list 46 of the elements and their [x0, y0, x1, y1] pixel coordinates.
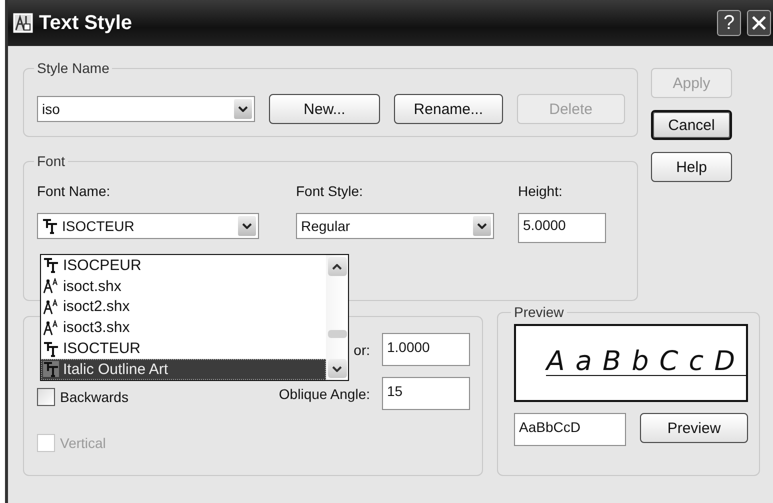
scroll-thumb[interactable] [328, 330, 346, 338]
field-label: or: [354, 342, 370, 358]
style-button[interactable]: New... [268, 94, 380, 124]
help-button[interactable]: ? [717, 10, 741, 36]
close-icon [752, 16, 766, 30]
group-label: Font [36, 153, 66, 169]
checkbox-label: Backwards [60, 389, 128, 405]
scroll-up-button[interactable] [328, 257, 346, 276]
window-title: Text Style [39, 12, 133, 34]
group-label: Preview [513, 304, 565, 320]
dialog-button[interactable]: Help [651, 152, 732, 182]
preview-text-field[interactable]: AaBbCcD [514, 413, 626, 446]
style-button[interactable]: Rename... [394, 94, 503, 124]
dialog-button[interactable]: Cancel [651, 110, 732, 140]
scrollbar[interactable] [326, 255, 348, 380]
field-label: Height: [518, 183, 564, 199]
checkbox[interactable] [37, 388, 55, 406]
group-label: Style Name [36, 60, 110, 76]
font-list-item[interactable]: isoct.shx [41, 276, 326, 297]
truetype-icon [43, 340, 59, 357]
field-label: Oblique Angle: [278, 386, 370, 402]
font-name-dropdown[interactable]: ISOCTEUR [37, 213, 259, 239]
field-label: Font Name: [37, 183, 112, 199]
preview-button[interactable]: Preview [640, 413, 748, 443]
font-style-dropdown[interactable]: Regular [296, 213, 494, 239]
scroll-down-button[interactable] [328, 359, 346, 378]
checkbox-label: Vertical [60, 435, 106, 451]
preview-sample: A a B b C c D [546, 348, 746, 376]
truetype-icon [43, 257, 59, 274]
font-list-item[interactable]: isoct3.shx [41, 317, 326, 338]
truetype-icon [43, 361, 59, 378]
truetype-icon [42, 218, 58, 234]
style-name-dropdown[interactable]: iso [37, 96, 255, 122]
height-field[interactable]: 5.0000 [518, 213, 606, 243]
close-button[interactable] [747, 10, 771, 36]
compass-icon [43, 278, 59, 294]
font-list-item[interactable]: Italic Outline Art [41, 358, 326, 380]
compass-icon [43, 298, 59, 315]
font-list-item[interactable]: ISOCTEUR [41, 338, 326, 359]
oblique-angle-field[interactable]: 15 [382, 377, 470, 410]
app-icon [13, 13, 33, 33]
field-label: Font Style: [296, 183, 364, 199]
font-list-item[interactable]: ISOCPEUR [41, 255, 326, 276]
font-list-item[interactable]: isoct2.shx [41, 296, 326, 318]
width-factor-field[interactable]: 1.0000 [382, 333, 470, 366]
compass-icon [43, 320, 59, 336]
